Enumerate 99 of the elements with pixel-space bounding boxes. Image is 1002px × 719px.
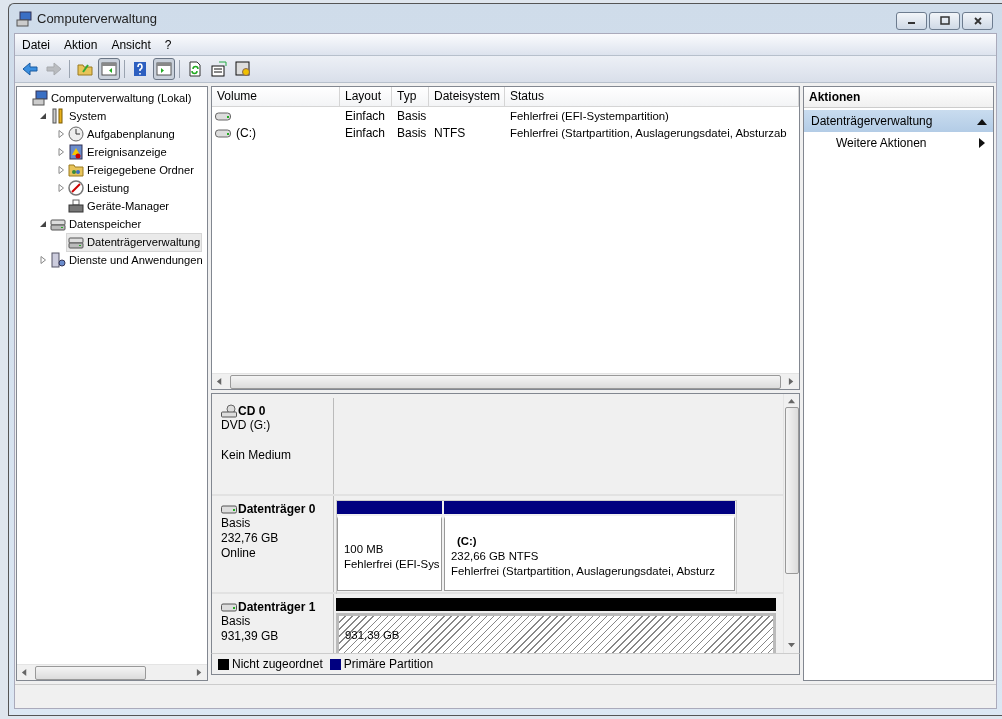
partition-status: Fehlerfrei (Startpartition, Auslagerungsdatei, Absturz <box>451 564 717 579</box>
refresh-icon <box>187 61 203 77</box>
server-gear-icon <box>50 252 66 268</box>
printer-icon <box>68 198 84 214</box>
table-cell: Basis <box>397 108 427 123</box>
window-title: Computerverwaltung <box>37 11 157 26</box>
pane-icon <box>156 61 172 77</box>
close-button[interactable] <box>962 12 993 30</box>
tree-item[interactable]: Leistung <box>66 178 132 198</box>
close-icon <box>972 16 983 26</box>
properties-button[interactable] <box>208 58 230 80</box>
tree-item[interactable]: Ereignisanzeige <box>66 142 169 162</box>
legend-label: Primäre Partition <box>343 657 434 671</box>
horizontal-scrollbar[interactable] <box>212 373 799 389</box>
properties-icon <box>211 61 227 77</box>
disk-status: Online <box>221 546 257 561</box>
table-cell: Basis <box>397 125 427 140</box>
forward-arrow-icon <box>46 61 62 77</box>
disk-type: DVD (G:) <box>221 418 272 433</box>
scroll-arrow-icon[interactable] <box>788 398 795 405</box>
folder-up-icon <box>77 61 93 77</box>
table-cell: Fehlerfrei (Startpartition, Auslagerungsdatei, Absturzab <box>510 126 787 139</box>
column-header[interactable]: Status <box>505 87 799 106</box>
drive-icon <box>215 110 231 121</box>
disk-name: Datenträger 0 <box>238 502 316 516</box>
menu-item[interactable]: ? <box>157 37 179 52</box>
disk-name: CD 0 <box>238 404 266 418</box>
computer-icon <box>16 10 32 27</box>
table-cell: NTFS <box>434 125 466 140</box>
pane-icon <box>101 61 117 77</box>
back-arrow-icon <box>22 61 38 77</box>
tree-item[interactable]: Geräte-Manager <box>66 196 172 216</box>
expand-arrow-icon[interactable] <box>56 184 66 192</box>
tree-item[interactable]: Computerverwaltung (Lokal) <box>30 88 194 108</box>
column-header[interactable]: Dateisystem <box>429 87 505 106</box>
expand-arrow-icon[interactable] <box>38 256 48 264</box>
horizontal-scrollbar[interactable] <box>17 664 207 680</box>
pane-toggle-button[interactable] <box>153 58 175 80</box>
disk-size: 931,39 GB <box>221 629 280 644</box>
partition-size: 100 MB <box>344 541 385 557</box>
column-header[interactable]: Typ <box>392 87 429 106</box>
partition-label: (C:) <box>456 534 478 549</box>
collapse-arrow-icon[interactable] <box>38 220 48 228</box>
column-header[interactable]: Volume <box>212 87 340 106</box>
maximize-button[interactable] <box>929 12 960 30</box>
menu-item[interactable]: Datei <box>15 37 57 52</box>
legend-label: Nicht zugeordnet <box>232 657 323 671</box>
expand-arrow-icon[interactable] <box>56 130 66 138</box>
collapse-caret-icon[interactable] <box>977 117 987 125</box>
tools-icon <box>50 108 66 124</box>
drive-icon <box>215 127 231 138</box>
menu-item[interactable]: Ansicht <box>104 37 158 52</box>
partition-size: 931,39 GB <box>345 628 401 643</box>
scroll-arrow-icon[interactable] <box>216 378 223 385</box>
scroll-arrow-icon[interactable] <box>788 378 795 385</box>
actions-section[interactable]: Datenträgerverwaltung <box>804 110 993 132</box>
expand-arrow-icon[interactable] <box>56 166 66 174</box>
event-log-icon <box>68 144 84 160</box>
submenu-arrow-icon[interactable] <box>979 138 985 148</box>
tree-item[interactable]: Datenspeicher <box>48 214 144 234</box>
table-cell: Einfach <box>345 125 386 140</box>
menu-item[interactable]: Aktion <box>57 37 105 52</box>
drive-icon <box>68 234 84 250</box>
disk-name: Datenträger 1 <box>238 600 316 614</box>
drive-icon <box>221 602 237 612</box>
gauge-icon <box>68 180 84 196</box>
partition-status: Fehlerfrei (EFI-Sys <box>344 556 441 572</box>
tree-toggle-button[interactable] <box>98 58 120 80</box>
scroll-arrow-icon[interactable] <box>788 642 795 649</box>
disk-size: 232,76 GB <box>221 531 280 546</box>
maximize-icon <box>939 16 950 26</box>
tree-item[interactable]: System <box>48 106 109 126</box>
minimize-button[interactable] <box>896 12 927 30</box>
vertical-scrollbar[interactable] <box>783 394 799 653</box>
tree-item[interactable]: Datenträgerverwaltung <box>66 232 203 252</box>
clock-icon <box>68 126 84 142</box>
table-cell: Einfach <box>345 108 386 123</box>
disk-status: Kein Medium <box>221 448 293 463</box>
disk-type: Basis <box>221 516 252 531</box>
computer-icon <box>32 90 48 106</box>
tree-item[interactable]: Freigegebene Ordner <box>66 160 196 180</box>
drive-icon <box>50 216 66 232</box>
tree-item[interactable]: Dienste und Anwendungen <box>48 250 205 270</box>
drive-icon <box>221 504 237 514</box>
table-cell: Fehlerfrei (EFI-Systempartition) <box>510 109 669 122</box>
tree-item[interactable]: Aufgabenplanung <box>66 124 177 144</box>
action-link[interactable]: Weitere Aktionen <box>836 136 927 150</box>
shared-folder-icon <box>68 162 84 178</box>
expand-arrow-icon[interactable] <box>56 148 66 156</box>
collapse-arrow-icon[interactable] <box>38 112 48 120</box>
scroll-arrow-icon[interactable] <box>21 669 28 676</box>
disk-type: Basis <box>221 614 252 629</box>
scroll-arrow-icon[interactable] <box>196 669 203 676</box>
partition-size: 232,66 GB NTFS <box>451 549 540 564</box>
cd-drive-icon <box>221 404 237 418</box>
help-icon <box>132 61 148 77</box>
settings-icon <box>235 61 251 77</box>
table-cell: (C:) <box>236 125 256 140</box>
column-header[interactable]: Layout <box>340 87 392 106</box>
